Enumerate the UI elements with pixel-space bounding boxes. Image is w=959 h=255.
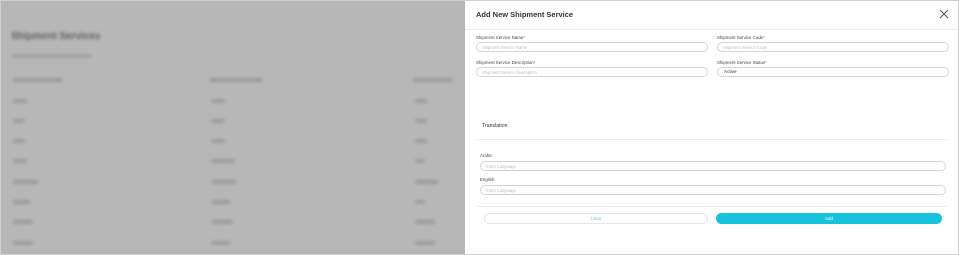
clear-button[interactable]: Clear [484,213,708,224]
background-table-row [1,152,465,170]
background-table-row [1,213,465,231]
background-table-row [1,193,465,211]
background-table-row [1,112,465,130]
arabic-language-label: Arabic [480,153,493,158]
translation-divider [477,139,947,140]
add-shipment-service-modal: Add New Shipment Service Shipment Servic… [465,1,958,254]
translation-section-title: Translation [482,123,508,129]
background-table-row [1,132,465,150]
service-description-input[interactable] [476,67,708,77]
close-icon [939,9,949,19]
background-table-row [1,92,465,110]
arabic-language-input[interactable] [480,161,946,171]
background-page-title: Shipment Services [11,31,101,42]
background-subtitle-bar [11,54,91,58]
service-name-input[interactable] [476,42,708,52]
background-table-row [1,234,465,252]
service-code-input[interactable] [717,42,949,52]
background-table-row [1,173,465,191]
screen-frame: Shipment Services Add New Shipment Servi… [0,0,959,255]
english-language-input[interactable] [480,185,946,195]
footer-divider [477,206,947,207]
service-status-label: Shipment Service Status* [717,60,767,65]
service-status-select[interactable]: Active [717,67,949,77]
service-description-label: Shipment Service Description* [476,60,536,65]
service-code-label: Shipment Service Code* [717,35,765,40]
modal-header: Add New Shipment Service [465,1,958,30]
close-button[interactable] [939,9,949,19]
background-page: Shipment Services [1,1,465,254]
add-button[interactable]: Add [716,213,942,224]
modal-title: Add New Shipment Service [476,10,574,19]
service-name-label: Shipment Service Name* [476,35,526,40]
english-language-label: English [480,177,495,182]
background-table-header [1,71,465,89]
